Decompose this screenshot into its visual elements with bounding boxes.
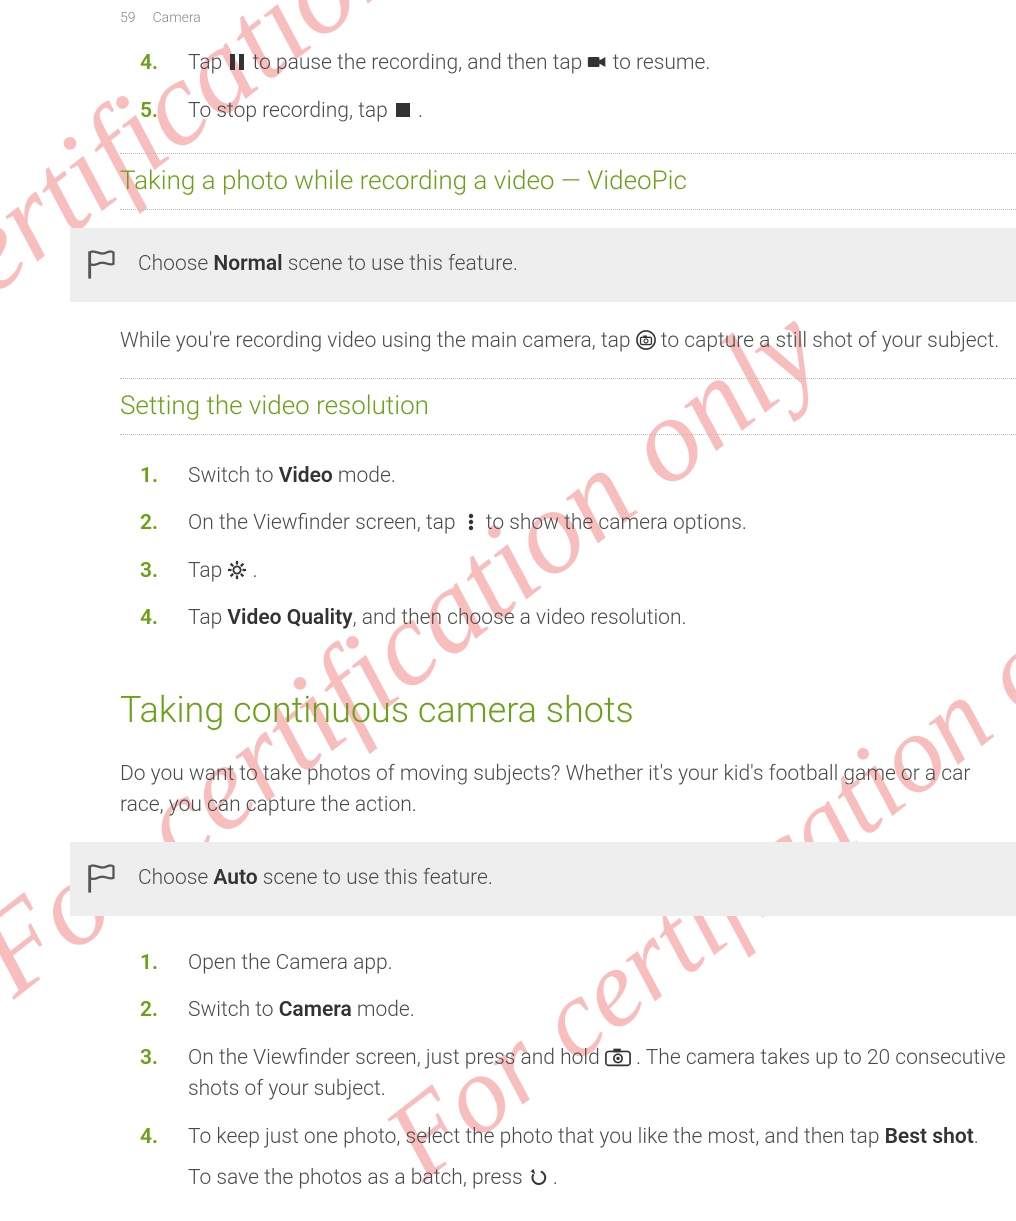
kebab-menu-icon: [461, 511, 481, 531]
step-body: Switch to Video mode.: [188, 461, 1016, 493]
flag-icon: [84, 248, 118, 282]
gear-icon: [227, 559, 247, 579]
text-run: mode.: [333, 464, 396, 488]
step-text: to resume.: [613, 51, 711, 75]
list-item: 1. Switch to Video mode.: [120, 453, 1016, 501]
list-item: 3. Tap .: [120, 548, 1016, 596]
page-content: 4. Tap to pause the recording, and then …: [120, 40, 1016, 1221]
recording-steps: 4. Tap to pause the recording, and then …: [120, 40, 1016, 135]
page-section: Camera: [153, 10, 201, 26]
step-body: On the Viewfinder screen, tap to show th…: [188, 508, 1016, 540]
section-heading-resolution: Setting the video resolution: [120, 378, 1016, 435]
video-camera-icon: [587, 51, 607, 71]
text-run: .: [974, 1125, 979, 1149]
list-item: 2. On the Viewfinder screen, tap to show…: [120, 500, 1016, 548]
paragraph: Do you want to take photos of moving sub…: [120, 759, 1016, 822]
text-run: to capture a still shot of your subject.: [661, 329, 999, 353]
text-run: mode.: [352, 998, 415, 1022]
step-number: 3.: [120, 556, 170, 588]
camera-shutter-icon: [605, 1046, 631, 1066]
text-run: .: [553, 1166, 558, 1190]
paragraph: While you're recording video using the m…: [120, 326, 1016, 358]
list-item: 4. Tap Video Quality, and then choose a …: [120, 595, 1016, 643]
text-run: Switch to: [188, 998, 279, 1022]
step-number: 1.: [120, 461, 170, 493]
text-run: , and then choose a video resolution.: [353, 606, 687, 630]
text-run: To keep just one photo, select the photo…: [188, 1125, 885, 1149]
text-strong: Camera: [279, 998, 352, 1022]
step-body: Tap to pause the recording, and then tap…: [188, 48, 1016, 80]
text-run: While you're recording video using the m…: [120, 329, 636, 353]
text-run: To save the photos as a batch, press: [188, 1166, 528, 1190]
text-strong: Video: [279, 464, 333, 488]
note-text: Choose Normal scene to use this feature.: [138, 249, 1002, 281]
step-number: 1.: [120, 948, 170, 980]
stop-icon: [393, 99, 413, 119]
back-icon: [528, 1166, 548, 1186]
step-number: 3.: [120, 1043, 170, 1075]
text-run: On the Viewfinder screen, tap: [188, 511, 461, 535]
step-text: to pause the recording, and then tap: [253, 51, 588, 75]
step-subtext: To save the photos as a batch, press .: [188, 1163, 1016, 1195]
note-box: Choose Auto scene to use this feature.: [70, 842, 1016, 916]
step-body: On the Viewfinder screen, just press and…: [188, 1043, 1016, 1106]
step-body: To keep just one photo, select the photo…: [188, 1122, 1016, 1195]
list-item: 1. Open the Camera app.: [120, 940, 1016, 988]
step-body: To stop recording, tap .: [188, 96, 1016, 128]
step-body: Switch to Camera mode.: [188, 995, 1016, 1027]
step-body: Open the Camera app.: [188, 948, 1016, 980]
note-box: Choose Normal scene to use this feature.: [70, 228, 1016, 302]
text-run: Tap: [188, 606, 227, 630]
pause-icon: [227, 51, 247, 71]
text-run: Tap: [188, 559, 227, 583]
step-number: 2.: [120, 995, 170, 1027]
text-run: Choose: [138, 252, 213, 276]
camera-circle-icon: [636, 329, 656, 349]
step-number: 5.: [120, 96, 170, 128]
text-strong: Best shot: [885, 1125, 974, 1149]
list-item: 4. To keep just one photo, select the ph…: [120, 1114, 1016, 1203]
step-text: .: [418, 99, 423, 123]
list-item: 4. Tap to pause the recording, and then …: [120, 40, 1016, 88]
step-body: Tap .: [188, 556, 1016, 588]
page-header: 59 Camera: [120, 8, 201, 29]
note-text: Choose Auto scene to use this feature.: [138, 863, 1002, 895]
step-number: 4.: [120, 603, 170, 635]
step-body: Tap Video Quality, and then choose a vid…: [188, 603, 1016, 635]
text-run: Switch to: [188, 464, 279, 488]
list-item: 5. To stop recording, tap .: [120, 88, 1016, 136]
step-number: 4.: [120, 48, 170, 80]
text-run: scene to use this feature.: [258, 866, 493, 890]
list-item: 2. Switch to Camera mode.: [120, 987, 1016, 1035]
resolution-steps: 1. Switch to Video mode. 2. On the Viewf…: [120, 453, 1016, 643]
text-strong: Normal: [213, 252, 282, 276]
step-text: Tap: [188, 51, 227, 75]
list-item: 3. On the Viewfinder screen, just press …: [120, 1035, 1016, 1114]
section-heading-videopic: Taking a photo while recording a video —…: [120, 153, 1016, 210]
flag-icon: [84, 862, 118, 896]
section-heading-continuous: Taking continuous camera shots: [120, 683, 1016, 737]
page-number: 59: [120, 10, 136, 26]
text-strong: Auto: [213, 866, 257, 890]
continuous-steps: 1. Open the Camera app. 2. Switch to Cam…: [120, 940, 1016, 1203]
text-run: .: [253, 559, 258, 583]
step-number: 4.: [120, 1122, 170, 1154]
step-number: 2.: [120, 508, 170, 540]
text-run: to show the camera options.: [486, 511, 747, 535]
text-strong: Video Quality: [227, 606, 352, 630]
text-run: scene to use this feature.: [283, 252, 518, 276]
text-run: Choose: [138, 866, 213, 890]
step-text: To stop recording, tap: [188, 99, 393, 123]
text-run: On the Viewfinder screen, just press and…: [188, 1046, 605, 1070]
